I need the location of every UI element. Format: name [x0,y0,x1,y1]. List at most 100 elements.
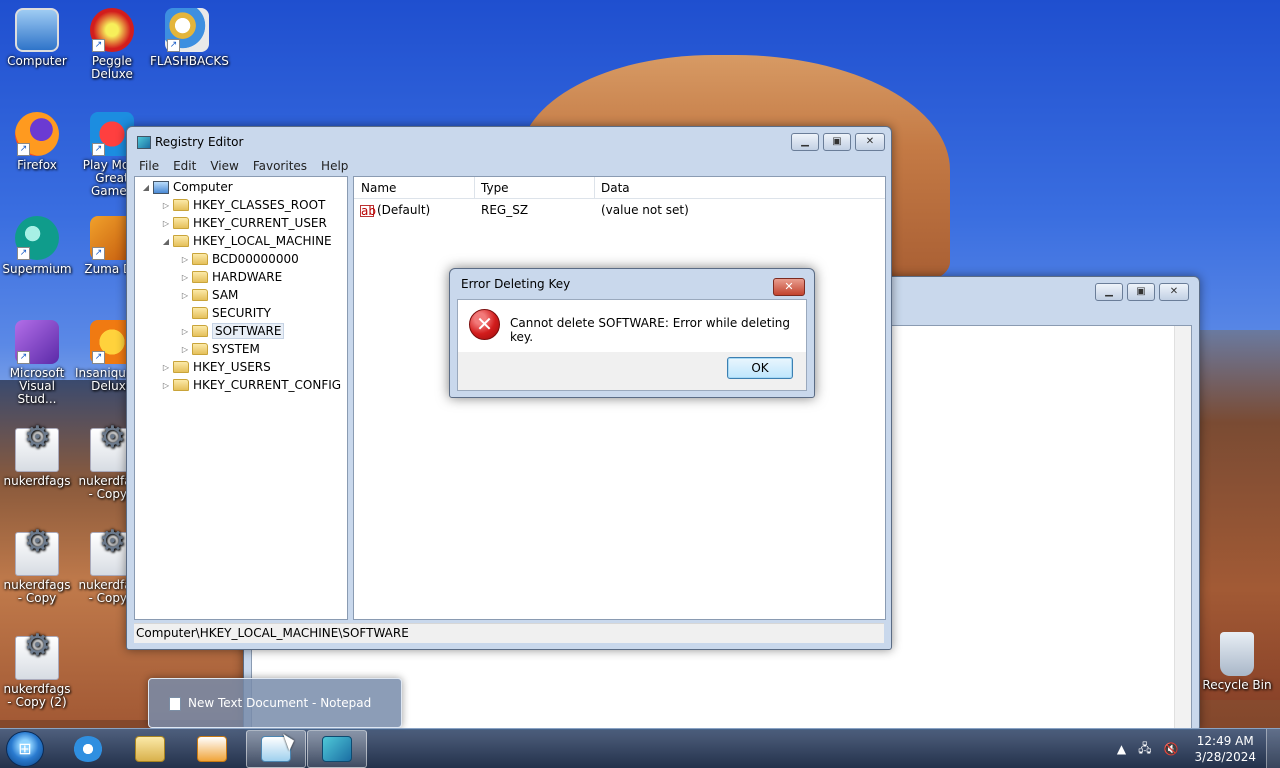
tree-node-label: SAM [212,288,239,302]
desktop-icon-supermium[interactable]: ↗ Supermium [0,216,74,276]
column-header-name[interactable]: Name [361,181,396,195]
collapse-arrow-icon[interactable]: ◢ [141,183,151,192]
tree-node-hkcr[interactable]: ▷ HKEY_CLASSES_ROOT [161,196,325,214]
desktop-icon-nukerdfags-copy4[interactable]: nukerdfags - Copy (2) [0,636,74,709]
shortcut-arrow-icon: ↗ [167,39,180,52]
expand-arrow-icon[interactable]: ▷ [161,219,171,228]
tree-node-hkcc[interactable]: ▷ HKEY_CURRENT_CONFIG [161,376,341,394]
minimize-button[interactable]: ▁ [1095,283,1123,301]
desktop-icon-computer[interactable]: Computer [0,8,74,68]
dialog-title-bar[interactable]: Error Deleting Key [450,269,814,299]
regedit-icon [137,135,151,149]
shortcut-arrow-icon: ↗ [92,143,105,156]
desktop-icon-nukerdfags-copy2[interactable]: nukerdfags - Copy [0,532,74,605]
desktop-icon-peggle[interactable]: ↗ Peggle Deluxe [75,8,149,81]
clock[interactable]: 12:49 AM 3/28/2024 [1184,733,1266,765]
list-row[interactable]: ab(Default) REG_SZ (value not set) [354,203,885,221]
dialog-close-button[interactable]: ✕ [773,278,805,296]
ok-button[interactable]: OK [727,357,793,379]
peggle-icon: ↗ [90,8,134,52]
expand-arrow-icon[interactable]: ▷ [180,255,190,264]
values-list[interactable]: Name Type Data ab(Default) REG_SZ (value… [353,176,886,620]
string-value-icon: ab [360,204,376,218]
tree-node-label: HKEY_CURRENT_USER [193,216,327,230]
config-file-icon [15,636,59,680]
visual-studio-icon: ↗ [15,320,59,364]
network-icon[interactable]: 🖧 [1138,739,1151,760]
value-data: (value not set) [601,203,689,217]
window-controls: ▁ ▣ ✕ [791,133,885,151]
tree-node-label: SECURITY [212,306,271,320]
expand-arrow-icon[interactable]: ▷ [161,201,171,210]
menu-file[interactable]: File [139,159,159,173]
menu-edit[interactable]: Edit [173,159,196,173]
minimize-button[interactable]: ▁ [791,133,819,151]
menu-favorites[interactable]: Favorites [253,159,307,173]
desktop-icon-label: Microsoft Visual Stud... [9,366,65,406]
value-name: ab(Default) [360,203,431,218]
show-hidden-icons-icon[interactable]: ▲ [1117,742,1126,756]
desktop-icon-visual-studio[interactable]: ↗ Microsoft Visual Stud... [0,320,74,406]
tree-node-sam[interactable]: ▷ SAM [180,286,238,304]
tree-node-hkcu[interactable]: ▷ HKEY_CURRENT_USER [161,214,327,232]
vertical-scrollbar[interactable] [1174,326,1191,728]
expand-arrow-icon[interactable]: ▷ [180,291,190,300]
registry-tree[interactable]: ◢ Computer ▷ HKEY_CLASSES_ROOT ▷ HKEY_CU… [134,176,348,620]
taskbar-notepad-button[interactable] [246,730,306,768]
error-dialog[interactable]: Error Deleting Key ✕ ✕ Cannot delete SOF… [449,268,815,398]
message-area: ✕ Cannot delete SOFTWARE: Error while de… [458,300,806,352]
window-title: Registry Editor [155,135,244,149]
tree-node-hardware[interactable]: ▷ HARDWARE [180,268,282,286]
taskbar-ie-button[interactable] [58,730,118,768]
taskbar-explorer-button[interactable] [120,730,180,768]
desktop-icon-label: nukerdfags - Copy (2) [3,682,71,709]
desktop-icon-recycle-bin[interactable]: Recycle Bin [1200,632,1274,692]
folder-icon [173,361,189,373]
expand-arrow-icon[interactable]: ▷ [180,327,190,336]
desktop-icon-nukerdfags[interactable]: nukerdfags [0,428,74,488]
desktop-icon-label: FLASHBACKS [150,54,229,68]
desktop-icon-firefox[interactable]: ↗ Firefox [0,112,74,172]
menu-view[interactable]: View [210,159,238,173]
expand-arrow-icon[interactable]: ▷ [180,273,190,282]
taskbar-thumbnail-popup[interactable]: New Text Document - Notepad [148,678,402,728]
tree-node-hku[interactable]: ▷ HKEY_USERS [161,358,271,376]
tree-node-label: HKEY_CURRENT_CONFIG [193,378,342,392]
taskbar-media-player-button[interactable] [182,730,242,768]
start-button[interactable]: ⊞ [6,731,44,767]
close-button[interactable]: ✕ [855,133,885,151]
desktop-icon-label: Supermium [2,262,72,276]
tree-node-bcd[interactable]: ▷ BCD00000000 [180,250,299,268]
expand-arrow-icon[interactable]: ▷ [161,381,171,390]
collapse-arrow-icon[interactable]: ◢ [161,237,171,246]
maximize-button[interactable]: ▣ [823,133,851,151]
maximize-button[interactable]: ▣ [1127,283,1155,301]
show-desktop-button[interactable] [1266,729,1280,768]
regedit-icon [322,736,352,762]
volume-muted-icon[interactable]: 🔇 [1164,742,1179,756]
tree-node-hklm[interactable]: ◢ HKEY_LOCAL_MACHINE [161,232,332,250]
list-header: Name Type Data [354,177,885,199]
column-header-data[interactable]: Data [601,181,630,195]
title-bar[interactable]: Registry Editor [127,127,891,157]
folder-icon [192,307,208,319]
paint-palette-icon: ↗ [165,8,209,52]
menu-help[interactable]: Help [321,159,348,173]
column-header-type[interactable]: Type [481,181,509,195]
close-button[interactable]: ✕ [1159,283,1189,301]
expand-arrow-icon[interactable]: ▷ [180,345,190,354]
value-type: REG_SZ [481,203,529,217]
taskbar-regedit-button[interactable] [307,730,367,768]
desktop-icon-flashbacks[interactable]: ↗ FLASHBACKS [150,8,229,68]
window-controls: ▁ ▣ ✕ [1095,283,1189,301]
error-message: Cannot delete SOFTWARE: Error while dele… [510,316,791,344]
tree-node-system[interactable]: ▷ SYSTEM [180,340,260,358]
shortcut-arrow-icon: ↗ [92,247,105,260]
tree-node-security[interactable]: SECURITY [180,304,271,322]
folder-icon [173,379,189,391]
tree-node-software[interactable]: ▷ SOFTWARE [180,322,285,340]
media-player-icon [197,736,227,762]
tree-node-computer[interactable]: ◢ Computer [141,178,233,196]
expand-arrow-icon[interactable]: ▷ [161,363,171,372]
shortcut-arrow-icon: ↗ [17,351,30,364]
